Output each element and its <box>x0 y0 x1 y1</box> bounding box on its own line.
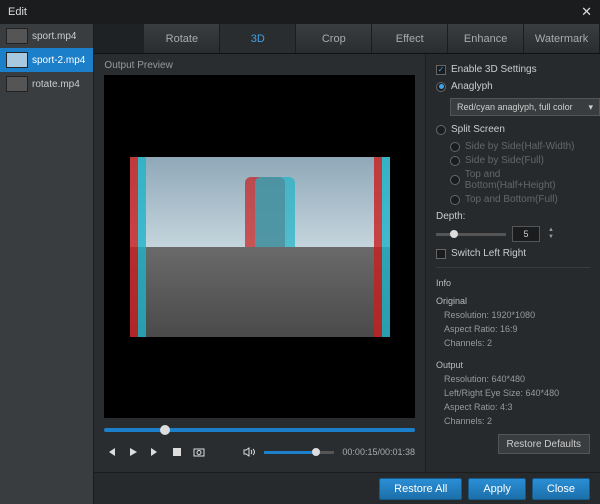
titlebar: Edit ✕ <box>0 0 600 24</box>
play-icon[interactable] <box>126 445 140 459</box>
depth-slider[interactable] <box>436 233 506 236</box>
preview-area <box>104 75 415 418</box>
tab-watermark[interactable]: Watermark <box>524 24 600 53</box>
enable-3d-label: Enable 3D Settings <box>451 64 537 75</box>
stop-icon[interactable] <box>170 445 184 459</box>
tab-enhance[interactable]: Enhance <box>448 24 524 53</box>
footer: Restore All Apply Close <box>94 472 600 504</box>
preview-label: Output Preview <box>104 60 415 71</box>
file-name: sport-2.mp4 <box>32 55 85 66</box>
volume-icon[interactable] <box>242 445 256 459</box>
time-display: 00:00:15/00:01:38 <box>342 447 415 457</box>
apply-button[interactable]: Apply <box>468 478 526 500</box>
seek-row <box>104 422 415 438</box>
info-section: Info Original Resolution: 1920*1080 Aspe… <box>436 276 590 428</box>
settings-panel: ✓ Enable 3D Settings Anaglyph Red/cyan a… <box>425 54 600 472</box>
volume-thumb[interactable] <box>312 448 320 456</box>
file-name: sport.mp4 <box>32 31 76 42</box>
info-line: Channels: 2 <box>444 336 590 350</box>
thumbnail-icon <box>6 76 28 92</box>
prev-icon[interactable] <box>104 445 118 459</box>
volume-slider[interactable] <box>264 451 334 454</box>
player-controls: 00:00:15/00:01:38 <box>104 438 415 466</box>
close-button[interactable]: Close <box>532 478 590 500</box>
preview-image <box>130 157 390 337</box>
split-opt-row: Top and Bottom(Full) <box>450 194 590 205</box>
radio-icon <box>450 156 460 166</box>
switch-label: Switch Left Right <box>451 248 526 259</box>
info-header: Info <box>436 276 590 290</box>
divider <box>436 267 590 268</box>
info-line: Resolution: 1920*1080 <box>444 308 590 322</box>
original-header: Original <box>436 294 590 308</box>
depth-label: Depth: <box>436 211 465 222</box>
split-opt-row: Side by Side(Full) <box>450 155 590 166</box>
tabs: Rotate 3D Crop Effect Enhance Watermark <box>94 24 600 54</box>
restore-all-button[interactable]: Restore All <box>379 478 462 500</box>
info-line: Left/Right Eye Size: 640*480 <box>444 386 590 400</box>
close-icon[interactable]: ✕ <box>581 4 592 20</box>
anaglyph-radio-row[interactable]: Anaglyph <box>436 81 590 92</box>
info-line: Channels: 2 <box>444 414 590 428</box>
enable-3d-row[interactable]: ✓ Enable 3D Settings <box>436 64 590 75</box>
file-name: rotate.mp4 <box>32 79 80 90</box>
output-header: Output <box>436 358 590 372</box>
split-label: Split Screen <box>451 124 505 135</box>
edit-window: Edit ✕ sport.mp4 sport-2.mp4 rotate.mp4 … <box>0 0 600 504</box>
radio-icon <box>450 195 460 205</box>
file-item[interactable]: sport.mp4 <box>0 24 93 48</box>
preview-column: Output Preview <box>94 54 425 472</box>
depth-thumb[interactable] <box>450 230 458 238</box>
switch-lr-row[interactable]: Switch Left Right <box>436 248 590 259</box>
thumbnail-icon <box>6 52 28 68</box>
tab-rotate[interactable]: Rotate <box>144 24 220 53</box>
split-opt-row: Top and Bottom(Half+Height) <box>450 169 590 191</box>
body: sport.mp4 sport-2.mp4 rotate.mp4 Rotate … <box>0 24 600 504</box>
file-item[interactable]: rotate.mp4 <box>0 72 93 96</box>
info-line: Aspect Ratio: 4:3 <box>444 400 590 414</box>
radio-icon <box>450 175 460 185</box>
anaglyph-dropdown[interactable]: Red/cyan anaglyph, full color ▾ <box>450 98 600 116</box>
anaglyph-label: Anaglyph <box>451 81 493 92</box>
tab-crop[interactable]: Crop <box>296 24 372 53</box>
info-line: Resolution: 640*480 <box>444 372 590 386</box>
main-area: Rotate 3D Crop Effect Enhance Watermark … <box>94 24 600 504</box>
spinner-arrows[interactable]: ▲▼ <box>548 227 554 241</box>
split-opt-row: Side by Side(Half-Width) <box>450 141 590 152</box>
tab-effect[interactable]: Effect <box>372 24 448 53</box>
radio-icon[interactable] <box>436 82 446 92</box>
split-options: Side by Side(Half-Width) Side by Side(Fu… <box>450 141 590 205</box>
tab-3d[interactable]: 3D <box>220 24 296 53</box>
chevron-down-icon: ▾ <box>588 102 593 113</box>
file-sidebar: sport.mp4 sport-2.mp4 rotate.mp4 <box>0 24 94 504</box>
file-item[interactable]: sport-2.mp4 <box>0 48 93 72</box>
depth-value[interactable]: 5 <box>512 226 540 242</box>
thumbnail-icon <box>6 28 28 44</box>
next-icon[interactable] <box>148 445 162 459</box>
radio-icon[interactable] <box>436 125 446 135</box>
seek-slider[interactable] <box>104 428 415 432</box>
depth-row: Depth: 5 ▲▼ <box>436 211 590 242</box>
info-line: Aspect Ratio: 16:9 <box>444 322 590 336</box>
radio-icon <box>450 142 460 152</box>
checkbox-icon[interactable] <box>436 249 446 259</box>
content: Output Preview <box>94 54 600 472</box>
checkbox-icon[interactable]: ✓ <box>436 65 446 75</box>
split-radio-row[interactable]: Split Screen <box>436 124 590 135</box>
window-title: Edit <box>8 6 27 18</box>
dropdown-value: Red/cyan anaglyph, full color <box>457 102 573 112</box>
seek-thumb[interactable] <box>160 425 170 435</box>
restore-defaults-button[interactable]: Restore Defaults <box>498 434 590 454</box>
snapshot-icon[interactable] <box>192 445 206 459</box>
